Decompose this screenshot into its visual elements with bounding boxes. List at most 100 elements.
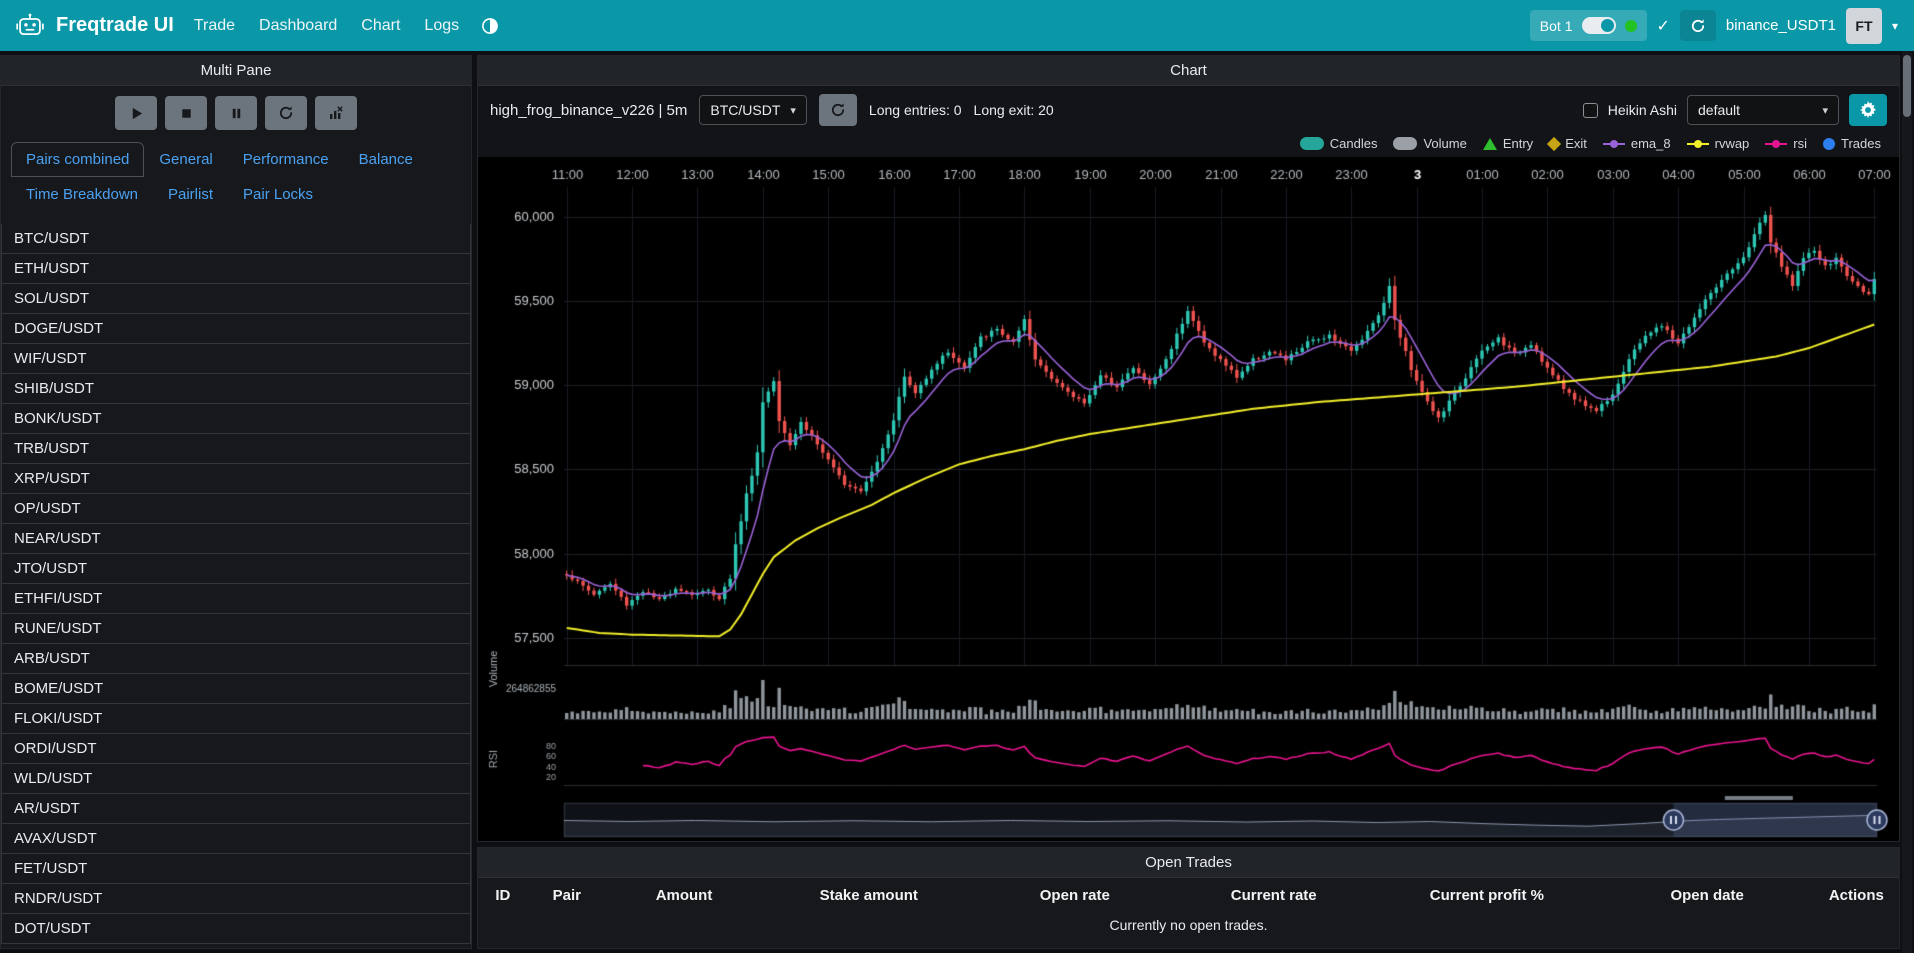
tab-pairlist[interactable]: Pairlist [153, 177, 228, 212]
pair-list-item[interactable]: AVAX/USDT [1, 823, 471, 854]
open-trades-table: IDPairAmountStake amountOpen rateCurrent… [478, 878, 1899, 937]
tab-pairs-combined[interactable]: Pairs combined [11, 142, 144, 177]
legend-label: Trades [1841, 136, 1881, 151]
legend-trades[interactable]: Trades [1823, 136, 1881, 151]
pause-button[interactable] [215, 96, 257, 130]
legend-label: ema_8 [1631, 136, 1671, 151]
pair-list-item[interactable]: DOGE/USDT [1, 313, 471, 344]
pair-list-item[interactable]: ARB/USDT [1, 643, 471, 674]
legend-volume[interactable]: Volume [1393, 136, 1466, 151]
top-navbar: Freqtrade UI Trade Dashboard Chart Logs Bot… [0, 0, 1914, 51]
pair-list-item[interactable]: ETH/USDT [1, 253, 471, 284]
candlestick-chart[interactable] [478, 157, 1899, 841]
legend-label: Entry [1503, 136, 1533, 151]
page-scrollbar-thumb[interactable] [1903, 55, 1911, 117]
bot-selector[interactable]: Bot 1 [1530, 10, 1647, 41]
empty-trades-row: Currently no open trades. [478, 913, 1899, 937]
pair-list-item[interactable]: WIF/USDT [1, 343, 471, 374]
stop-button[interactable] [165, 96, 207, 130]
pair-list-item[interactable]: ORDI/USDT [1, 733, 471, 764]
ema_8-marker-icon [1603, 143, 1625, 145]
nav-item-dashboard[interactable]: Dashboard [259, 17, 337, 35]
reload-bot-button[interactable] [1680, 10, 1716, 41]
exchange-login: binance_USDT1 [1726, 17, 1836, 34]
rsi-marker-icon [1765, 143, 1787, 145]
volume-marker-icon [1393, 137, 1417, 150]
col-open-rate: Open rate [975, 878, 1174, 913]
legend-label: Candles [1330, 136, 1378, 151]
heikin-ashi-checkbox[interactable] [1583, 103, 1598, 118]
col-current-rate: Current rate [1174, 878, 1373, 913]
tab-pair-locks[interactable]: Pair Locks [228, 177, 328, 212]
pair-list-item[interactable]: TRB/USDT [1, 433, 471, 464]
pair-list-item[interactable]: SHIB/USDT [1, 373, 471, 404]
bot-toggle[interactable] [1582, 17, 1616, 34]
pair-list-item[interactable]: AR/USDT [1, 793, 471, 824]
legend-label: rsi [1793, 136, 1807, 151]
col-id: ID [478, 878, 528, 913]
bot-online-dot [1625, 20, 1637, 32]
page-scrollbar-track[interactable] [1902, 51, 1912, 953]
plot-settings-button[interactable] [1849, 94, 1887, 126]
plot-config-select[interactable]: default ▾ [1687, 95, 1839, 125]
pair-list-item[interactable]: JTO/USDT [1, 553, 471, 584]
legend-ema_8[interactable]: ema_8 [1603, 136, 1671, 151]
line-dot [1772, 140, 1780, 148]
chart-toolbar-right: Heikin Ashi default ▾ [1583, 94, 1887, 126]
chevron-down-icon[interactable]: ▾ [1892, 19, 1898, 33]
pair-list: BTC/USDTETH/USDTSOL/USDTDOGE/USDTWIF/USD… [1, 224, 471, 948]
plot-config-value: default [1698, 102, 1740, 118]
start-button[interactable] [115, 96, 157, 130]
freqtrade-robot-icon [16, 12, 44, 40]
nav-item-chart[interactable]: Chart [361, 17, 400, 35]
open-trades-header: Open Trades [478, 848, 1899, 878]
legend-exit[interactable]: Exit [1549, 136, 1587, 151]
nav-item-logs[interactable]: Logs [424, 17, 459, 35]
nav-item-trade[interactable]: Trade [194, 17, 235, 35]
app-title[interactable]: Freqtrade UI [56, 14, 174, 37]
pair-list-item[interactable]: BOME/USDT [1, 673, 471, 704]
tab-general[interactable]: General [144, 142, 227, 177]
pair-list-item[interactable]: FLOKI/USDT [1, 703, 471, 734]
legend-candles[interactable]: Candles [1300, 136, 1378, 151]
theme-toggle-icon[interactable] [481, 17, 499, 35]
legend-entry[interactable]: Entry [1483, 136, 1533, 151]
pair-select-value: BTC/USDT [710, 102, 780, 118]
chart-legend: Candles Volume Entry Exit ema_8 rvwap rsi Trade… [478, 134, 1899, 157]
pair-list-item[interactable]: SOL/USDT [1, 283, 471, 314]
candles-marker-icon [1300, 137, 1324, 150]
pair-list-item[interactable]: DOT/USDT [1, 913, 471, 944]
pair-list-item[interactable]: NEAR/USDT [1, 523, 471, 554]
left-panel-tabs: Pairs combinedGeneralPerformanceBalance T… [1, 142, 471, 212]
pair-list-item[interactable]: BONK/USDT [1, 403, 471, 434]
col-open-date: Open date [1601, 878, 1814, 913]
reload-config-button[interactable] [265, 96, 307, 130]
entry-marker-icon [1483, 138, 1497, 150]
multi-pane-header: Multi Pane [1, 56, 471, 86]
pair-list-item[interactable]: WLD/USDT [1, 763, 471, 794]
pair-list-item[interactable]: ETHFI/USDT [1, 583, 471, 614]
pair-select[interactable]: BTC/USDT ▾ [699, 95, 807, 125]
pair-list-item[interactable]: FET/USDT [1, 853, 471, 884]
chart-canvas[interactable] [478, 157, 1899, 841]
pair-list-item[interactable]: RUNE/USDT [1, 613, 471, 644]
empty-trades-message: Currently no open trades. [478, 913, 1899, 937]
line-dot [1610, 140, 1618, 148]
legend-rvwap[interactable]: rvwap [1687, 136, 1750, 151]
right-column: Chart high_frog_binance_v226 | 5m BTC/US… [477, 55, 1900, 949]
open-trades-panel: Open Trades IDPairAmountStake amountOpen… [477, 847, 1900, 949]
navbar-right: Bot 1 ✓ binance_USDT1 FT ▾ [1530, 8, 1898, 44]
rvwap-marker-icon [1687, 143, 1709, 145]
pair-list-item[interactable]: OP/USDT [1, 493, 471, 524]
legend-rsi[interactable]: rsi [1765, 136, 1807, 151]
avatar[interactable]: FT [1846, 8, 1882, 44]
refresh-chart-button[interactable] [819, 94, 857, 126]
pair-list-item[interactable]: BTC/USDT [1, 224, 471, 254]
tab-balance[interactable]: Balance [344, 142, 428, 177]
clear-plots-button[interactable] [315, 96, 357, 130]
pair-list-item[interactable]: RNDR/USDT [1, 883, 471, 914]
bot-control-buttons [1, 86, 471, 140]
pair-list-item[interactable]: XRP/USDT [1, 463, 471, 494]
tab-time-breakdown[interactable]: Time Breakdown [11, 177, 153, 212]
tab-performance[interactable]: Performance [228, 142, 344, 177]
